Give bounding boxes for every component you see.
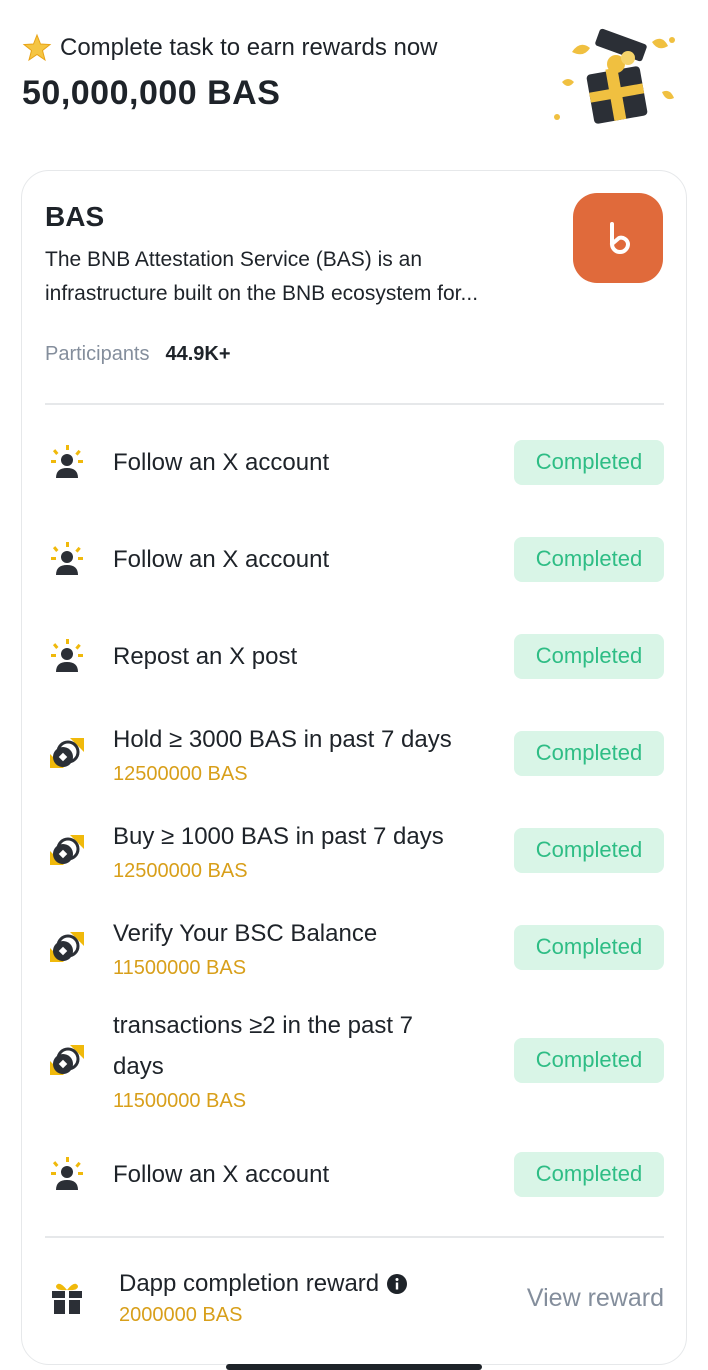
- task-title: Repost an X post: [113, 642, 298, 670]
- task-title: Buy ≥ 1000 BAS in past 7 days: [113, 822, 444, 850]
- task-body: Follow an X account: [113, 539, 514, 580]
- task-reward: 12500000 BAS: [113, 859, 248, 882]
- info-icon[interactable]: [387, 1273, 408, 1294]
- task-title: Follow an X account: [113, 1160, 330, 1188]
- task-body: Buy ≥ 1000 BAS in past 7 days 12500000 B…: [113, 816, 514, 885]
- task-title: transactions ≥2 in the past 7: [113, 1012, 414, 1039]
- social-follow-icon: [45, 634, 89, 678]
- final-title-row: Dapp completion reward: [119, 1270, 527, 1298]
- view-reward-link[interactable]: View reward: [527, 1284, 664, 1313]
- task-body: Hold ≥ 3000 BAS in past 7 days 12500000 …: [113, 719, 514, 788]
- social-follow-icon: [45, 440, 89, 484]
- task-row[interactable]: Follow an X account Completed: [45, 532, 664, 586]
- bas-logo-icon: [573, 193, 663, 283]
- onchain-token-icon: [45, 828, 89, 872]
- completed-badge: Completed: [514, 1151, 664, 1197]
- final-body: Dapp completion reward 2000000 BAS: [119, 1270, 527, 1327]
- completed-badge: Completed: [514, 730, 664, 776]
- task-title: Verify Your BSC Balance: [113, 919, 378, 947]
- project-description[interactable]: The BNB Attestation Service (BAS) is an …: [45, 243, 525, 311]
- task-row[interactable]: Follow an X account Completed: [45, 435, 664, 489]
- star-icon: [22, 33, 52, 62]
- task-body: Follow an X account: [113, 442, 514, 483]
- task-body: Follow an X account: [113, 1154, 514, 1195]
- completed-badge: Completed: [514, 439, 664, 485]
- completed-badge: Completed: [514, 536, 664, 582]
- dapp-completion-row: Dapp completion reward 2000000 BAS View …: [45, 1253, 664, 1343]
- task-title: days: [113, 1053, 164, 1080]
- project-name: BAS: [45, 201, 105, 232]
- task-reward: 11500000 BAS: [113, 1090, 247, 1112]
- task-row[interactable]: Verify Your BSC Balance 11500000 BAS Com…: [45, 912, 664, 982]
- completed-badge: Completed: [514, 924, 664, 970]
- task-title: Follow an X account: [113, 448, 330, 476]
- bas-logo-glyph: [610, 222, 630, 254]
- home-indicator: [226, 1364, 482, 1370]
- task-row[interactable]: transactions ≥2 in the past 7 days 11500…: [45, 1005, 664, 1115]
- task-row[interactable]: Buy ≥ 1000 BAS in past 7 days 12500000 B…: [45, 815, 664, 885]
- task-title: Follow an X account: [113, 545, 330, 573]
- final-title: Dapp completion reward: [119, 1269, 380, 1297]
- task-title: Hold ≥ 3000 BAS in past 7 days: [113, 725, 452, 753]
- divider: [45, 1236, 664, 1238]
- task-body: transactions ≥2 in the past 7 days 11500…: [113, 1005, 514, 1115]
- social-follow-icon: [45, 537, 89, 581]
- gift-icon: [45, 1276, 89, 1320]
- divider: [45, 403, 664, 405]
- onchain-token-icon: [45, 1038, 89, 1082]
- completed-badge: Completed: [514, 633, 664, 679]
- project-description-line: The BNB Attestation Service (BAS) is an: [45, 248, 422, 271]
- onchain-token-icon: [45, 731, 89, 775]
- task-row[interactable]: Hold ≥ 3000 BAS in past 7 days 12500000 …: [45, 718, 664, 788]
- header-subtitle: Complete task to earn rewards now: [60, 34, 438, 61]
- final-reward: 2000000 BAS: [119, 1303, 243, 1326]
- campaign-card: BAS The BNB Attestation Service (BAS) is…: [21, 170, 687, 1365]
- task-row[interactable]: Repost an X post Completed: [45, 629, 664, 683]
- project-description-line: infrastructure built on the BNB ecosyste…: [45, 282, 479, 305]
- participants-label: Participants: [45, 343, 150, 365]
- social-follow-icon: [45, 1152, 89, 1196]
- task-body: Repost an X post: [113, 636, 514, 677]
- completed-badge: Completed: [514, 1037, 664, 1083]
- participants-value: 44.9K+: [165, 343, 231, 365]
- completed-badge: Completed: [514, 827, 664, 873]
- gift-box-icon: [554, 28, 675, 124]
- task-body: Verify Your BSC Balance 11500000 BAS: [113, 913, 514, 982]
- participants-row: Participants 44.9K+: [45, 343, 231, 366]
- task-reward: 11500000 BAS: [113, 956, 247, 979]
- project-info: BAS The BNB Attestation Service (BAS) is…: [45, 201, 525, 311]
- task-row[interactable]: Follow an X account Completed: [45, 1147, 664, 1201]
- reward-header: Complete task to earn rewards now 50,000…: [22, 28, 682, 138]
- task-reward: 12500000 BAS: [113, 762, 248, 785]
- onchain-token-icon: [45, 925, 89, 969]
